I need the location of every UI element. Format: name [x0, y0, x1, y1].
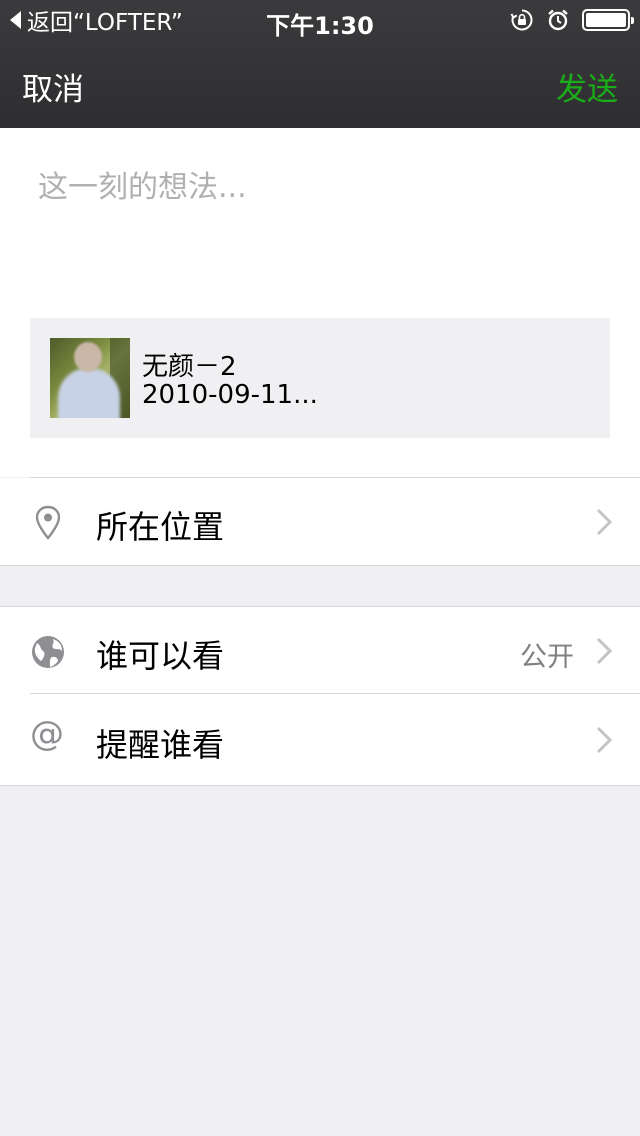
mention-row[interactable]: @ 提醒谁看: [0, 694, 640, 785]
nav-bar: 取消 发送: [0, 40, 640, 128]
chevron-right-icon: [596, 508, 612, 536]
thumbnail-figure-head: [74, 342, 102, 372]
location-row[interactable]: 所在位置: [0, 478, 640, 566]
alarm-icon: [548, 9, 568, 31]
cancel-button[interactable]: 取消: [22, 64, 84, 109]
moments-compose-screen: 返回“LOFTER” 下午1:30 取消 发送 这一刻的想法... 无颜－2 2…: [0, 0, 640, 1136]
shared-item-thumbnail: [50, 338, 130, 418]
chevron-right-icon: [596, 726, 612, 754]
at-sign-icon: @: [30, 714, 64, 754]
send-button[interactable]: 发送: [556, 64, 618, 109]
visibility-value: 公开: [520, 642, 574, 673]
location-pin-icon: [35, 505, 61, 540]
shared-item-title: 无颜－2: [142, 352, 237, 382]
status-bar: 返回“LOFTER” 下午1:30: [0, 0, 640, 40]
compose-area: 无颜－2 2010-09-11...: [0, 128, 640, 477]
battery-tip: [631, 17, 634, 24]
visibility-row[interactable]: 谁可以看 公开: [0, 607, 640, 695]
shared-item-card[interactable]: 无颜－2 2010-09-11...: [30, 318, 610, 438]
header: 返回“LOFTER” 下午1:30 取消 发送: [0, 0, 640, 128]
globe-icon: [32, 636, 64, 668]
chevron-right-icon: [596, 637, 612, 665]
mention-label: 提醒谁看: [96, 726, 225, 764]
rotation-lock-icon: [510, 9, 533, 31]
visibility-label: 谁可以看: [96, 637, 225, 675]
status-icons: [510, 8, 634, 32]
battery-icon: [582, 9, 634, 31]
divider: [0, 565, 640, 566]
battery-level-fill: [586, 13, 626, 27]
location-label: 所在位置: [96, 508, 225, 546]
divider: [0, 785, 640, 786]
shared-item-subtitle: 2010-09-11...: [142, 380, 318, 410]
thought-input[interactable]: [38, 162, 598, 212]
thumbnail-figure-body: [58, 368, 120, 418]
